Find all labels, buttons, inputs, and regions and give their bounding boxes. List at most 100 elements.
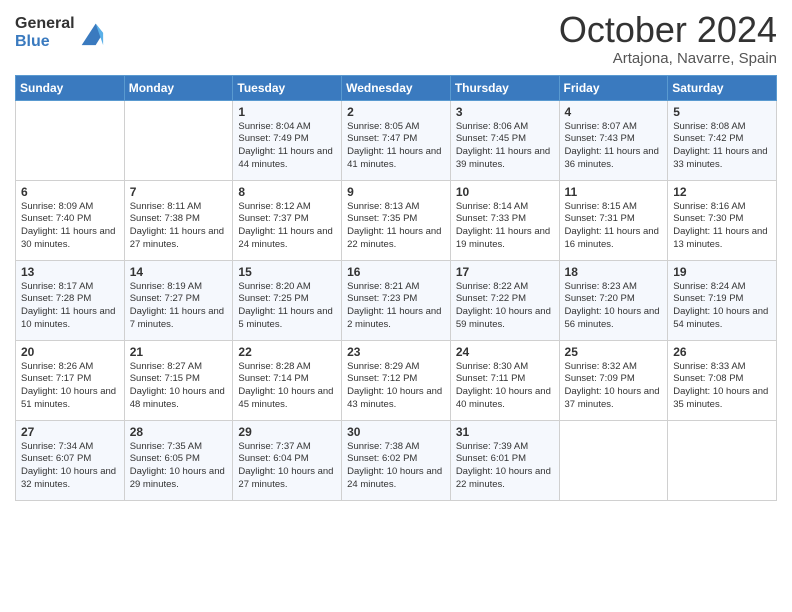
calendar-table: Sunday Monday Tuesday Wednesday Thursday… (15, 75, 777, 501)
calendar-cell: 13Sunrise: 8:17 AM Sunset: 7:28 PM Dayli… (16, 260, 125, 340)
calendar-cell: 1 Sunrise: 8:04 AM Sunset: 7:49 PM Daylig… (233, 100, 342, 180)
logo-icon (77, 19, 105, 47)
day-number: 17 (456, 265, 554, 279)
col-friday: Friday (559, 75, 668, 100)
day-number: 24 (456, 345, 554, 359)
col-sunday: Sunday (16, 75, 125, 100)
calendar-cell (16, 100, 125, 180)
day-info: Sunrise: 8:33 AM Sunset: 7:08 PM Dayligh… (673, 361, 771, 412)
calendar-cell (559, 420, 668, 500)
col-monday: Monday (124, 75, 233, 100)
calendar-cell: 25 Sunrise: 8:32 AM Sunset: 7:09 PM Dayli… (559, 340, 668, 420)
day-info: Sunrise: 7:37 AM Sunset: 6:04 PM Dayligh… (238, 441, 336, 492)
day-info: Sunrise: 8:09 AM Sunset: 7:40 PM Dayligh… (21, 201, 119, 252)
day-info: Sunrise: 8:32 AM Sunset: 7:09 PM Dayligh… (565, 361, 663, 412)
day-info: Sunrise: 8:23 AM Sunset: 7:20 PM Dayligh… (565, 281, 663, 332)
calendar-cell: 4 Sunrise: 8:07 AM Sunset: 7:43 PM Daylig… (559, 100, 668, 180)
day-info: Sunrise: 7:35 AM Sunset: 6:05 PM Dayligh… (130, 441, 228, 492)
calendar-week-5: 27 Sunrise: 7:34 AM Sunset: 6:07 PM Dayli… (16, 420, 777, 500)
day-info: Sunrise: 7:38 AM Sunset: 6:02 PM Dayligh… (347, 441, 445, 492)
calendar-cell: 18Sunrise: 8:23 AM Sunset: 7:20 PM Dayli… (559, 260, 668, 340)
calendar-cell: 7Sunrise: 8:11 AM Sunset: 7:38 PM Daylig… (124, 180, 233, 260)
calendar-cell: 11Sunrise: 8:15 AM Sunset: 7:31 PM Dayli… (559, 180, 668, 260)
calendar-cell: 3Sunrise: 8:06 AM Sunset: 7:45 PM Daylig… (450, 100, 559, 180)
calendar-cell: 29 Sunrise: 7:37 AM Sunset: 6:04 PM Dayli… (233, 420, 342, 500)
day-info: Sunrise: 8:15 AM Sunset: 7:31 PM Dayligh… (565, 201, 663, 252)
calendar-week-1: 1 Sunrise: 8:04 AM Sunset: 7:49 PM Daylig… (16, 100, 777, 180)
header-row: Sunday Monday Tuesday Wednesday Thursday… (16, 75, 777, 100)
calendar-cell: 14Sunrise: 8:19 AM Sunset: 7:27 PM Dayli… (124, 260, 233, 340)
day-number: 13 (21, 265, 119, 279)
calendar-cell: 16 Sunrise: 8:21 AM Sunset: 7:23 PM Dayli… (342, 260, 451, 340)
month-title: October 2024 (559, 10, 777, 50)
day-number: 12 (673, 185, 771, 199)
col-saturday: Saturday (668, 75, 777, 100)
day-info: Sunrise: 8:20 AM Sunset: 7:25 PM Dayligh… (238, 281, 336, 332)
col-thursday: Thursday (450, 75, 559, 100)
day-number: 5 (673, 105, 771, 119)
day-info: Sunrise: 8:22 AM Sunset: 7:22 PM Dayligh… (456, 281, 554, 332)
logo-text: General Blue (15, 15, 75, 50)
day-info: Sunrise: 8:06 AM Sunset: 7:45 PM Dayligh… (456, 121, 554, 172)
day-info: Sunrise: 8:08 AM Sunset: 7:42 PM Dayligh… (673, 121, 771, 172)
calendar-cell (668, 420, 777, 500)
calendar-cell: 26 Sunrise: 8:33 AM Sunset: 7:08 PM Dayli… (668, 340, 777, 420)
day-info: Sunrise: 8:07 AM Sunset: 7:43 PM Dayligh… (565, 121, 663, 172)
calendar-cell: 12 Sunrise: 8:16 AM Sunset: 7:30 PM Dayli… (668, 180, 777, 260)
day-info: Sunrise: 7:34 AM Sunset: 6:07 PM Dayligh… (21, 441, 119, 492)
day-number: 10 (456, 185, 554, 199)
calendar-cell: 5 Sunrise: 8:08 AM Sunset: 7:42 PM Daylig… (668, 100, 777, 180)
calendar-body: 1 Sunrise: 8:04 AM Sunset: 7:49 PM Daylig… (16, 100, 777, 500)
day-number: 16 (347, 265, 445, 279)
day-info: Sunrise: 8:04 AM Sunset: 7:49 PM Dayligh… (238, 121, 336, 172)
day-number: 27 (21, 425, 119, 439)
day-number: 6 (21, 185, 119, 199)
calendar-cell: 10Sunrise: 8:14 AM Sunset: 7:33 PM Dayli… (450, 180, 559, 260)
day-info: Sunrise: 8:24 AM Sunset: 7:19 PM Dayligh… (673, 281, 771, 332)
day-number: 9 (347, 185, 445, 199)
day-info: Sunrise: 8:12 AM Sunset: 7:37 PM Dayligh… (238, 201, 336, 252)
day-number: 26 (673, 345, 771, 359)
day-info: Sunrise: 8:30 AM Sunset: 7:11 PM Dayligh… (456, 361, 554, 412)
day-info: Sunrise: 8:16 AM Sunset: 7:30 PM Dayligh… (673, 201, 771, 252)
day-number: 28 (130, 425, 228, 439)
calendar-cell: 2Sunrise: 8:05 AM Sunset: 7:47 PM Daylig… (342, 100, 451, 180)
day-info: Sunrise: 8:21 AM Sunset: 7:23 PM Dayligh… (347, 281, 445, 332)
calendar-cell: 19Sunrise: 8:24 AM Sunset: 7:19 PM Dayli… (668, 260, 777, 340)
day-info: Sunrise: 8:19 AM Sunset: 7:27 PM Dayligh… (130, 281, 228, 332)
calendar-cell: 30 Sunrise: 7:38 AM Sunset: 6:02 PM Dayli… (342, 420, 451, 500)
calendar-cell: 23Sunrise: 8:29 AM Sunset: 7:12 PM Dayli… (342, 340, 451, 420)
header: General Blue October 2024 Artajona, Nava… (15, 10, 777, 67)
col-tuesday: Tuesday (233, 75, 342, 100)
calendar-page: General Blue October 2024 Artajona, Nava… (0, 0, 792, 612)
day-number: 30 (347, 425, 445, 439)
day-number: 29 (238, 425, 336, 439)
calendar-cell: 17 Sunrise: 8:22 AM Sunset: 7:22 PM Dayli… (450, 260, 559, 340)
calendar-week-4: 20Sunrise: 8:26 AM Sunset: 7:17 PM Dayli… (16, 340, 777, 420)
day-number: 21 (130, 345, 228, 359)
day-number: 25 (565, 345, 663, 359)
day-number: 31 (456, 425, 554, 439)
day-number: 2 (347, 105, 445, 119)
calendar-week-3: 13Sunrise: 8:17 AM Sunset: 7:28 PM Dayli… (16, 260, 777, 340)
logo-blue: Blue (15, 33, 75, 51)
day-info: Sunrise: 7:39 AM Sunset: 6:01 PM Dayligh… (456, 441, 554, 492)
day-info: Sunrise: 8:26 AM Sunset: 7:17 PM Dayligh… (21, 361, 119, 412)
day-number: 1 (238, 105, 336, 119)
calendar-header: Sunday Monday Tuesday Wednesday Thursday… (16, 75, 777, 100)
day-number: 8 (238, 185, 336, 199)
calendar-cell: 6 Sunrise: 8:09 AM Sunset: 7:40 PM Daylig… (16, 180, 125, 260)
day-info: Sunrise: 8:13 AM Sunset: 7:35 PM Dayligh… (347, 201, 445, 252)
calendar-cell: 22Sunrise: 8:28 AM Sunset: 7:14 PM Dayli… (233, 340, 342, 420)
day-info: Sunrise: 8:29 AM Sunset: 7:12 PM Dayligh… (347, 361, 445, 412)
col-wednesday: Wednesday (342, 75, 451, 100)
logo: General Blue (15, 15, 105, 50)
calendar-cell: 24 Sunrise: 8:30 AM Sunset: 7:11 PM Dayli… (450, 340, 559, 420)
day-info: Sunrise: 8:28 AM Sunset: 7:14 PM Dayligh… (238, 361, 336, 412)
location: Artajona, Navarre, Spain (559, 50, 777, 67)
day-number: 7 (130, 185, 228, 199)
calendar-cell: 9 Sunrise: 8:13 AM Sunset: 7:35 PM Daylig… (342, 180, 451, 260)
calendar-cell (124, 100, 233, 180)
day-number: 4 (565, 105, 663, 119)
title-block: October 2024 Artajona, Navarre, Spain (559, 10, 777, 67)
